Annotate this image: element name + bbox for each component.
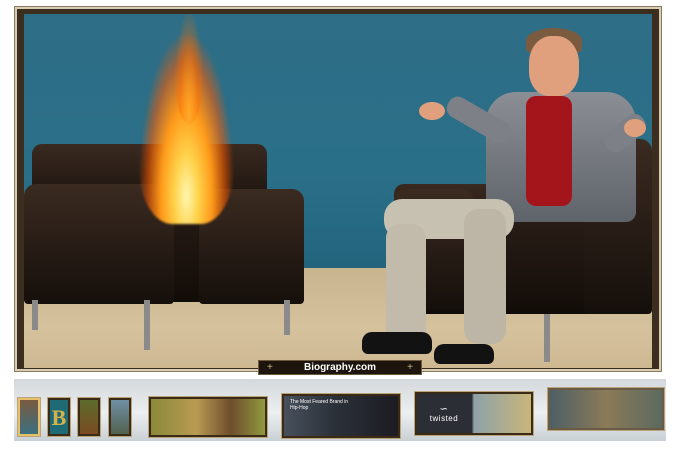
thumbnail-8[interactable] [548, 388, 664, 430]
thumbnail-6[interactable]: The Most Feared Brand in Hip-Hop [282, 394, 400, 438]
thumbnail-3[interactable] [78, 398, 100, 436]
twisted-logo-mark-icon: ∽ [439, 404, 449, 415]
shoe [362, 332, 432, 354]
fire-flame [174, 14, 204, 124]
thumbnail-4[interactable] [109, 398, 131, 436]
shirt [526, 96, 572, 206]
right-chair-leg [544, 314, 550, 362]
thumbnail-b-glyph: B [51, 405, 67, 430]
head [529, 36, 579, 96]
thumbnail-5[interactable] [149, 397, 267, 437]
thumbnail-2[interactable]: B [48, 398, 70, 436]
left-chair-leg [32, 300, 38, 330]
media-viewer-frame [14, 6, 662, 372]
featured-image[interactable] [24, 14, 652, 368]
previous-plus-icon[interactable]: + [267, 362, 273, 373]
right-hand [624, 119, 646, 137]
thumbnail-strip: B The Most Feared Brand in Hip-Hop ∽ twi… [14, 379, 666, 441]
pants-leg [464, 209, 506, 344]
twisted-logo: ∽ twisted [421, 404, 467, 424]
next-plus-icon[interactable]: + [407, 362, 413, 373]
thumbnail-1[interactable] [18, 398, 40, 436]
thumbnail-7[interactable]: ∽ twisted [415, 392, 533, 435]
twisted-logo-text: twisted [429, 414, 459, 423]
thumbnail-caption: The Most Feared Brand in Hip-Hop [290, 399, 349, 411]
pants-leg [386, 224, 426, 344]
caption-link[interactable]: Biography.com [304, 362, 376, 373]
left-chair-leg [284, 300, 290, 335]
left-hand [419, 102, 445, 120]
caption-bar: + Biography.com + [258, 360, 422, 375]
shoe [434, 344, 494, 364]
left-chair-leg [144, 300, 150, 350]
